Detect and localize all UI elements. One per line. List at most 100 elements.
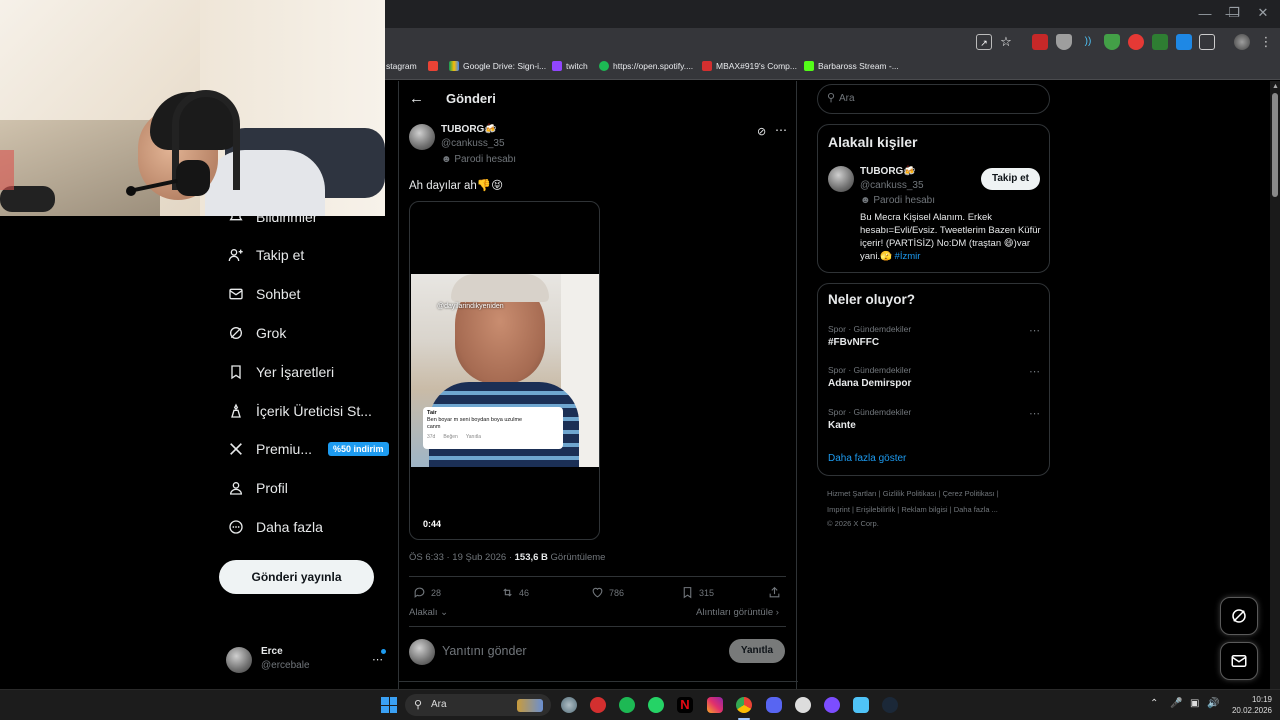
green-shield-icon[interactable] — [1104, 34, 1120, 50]
bookmark-label: https://open.spotify.... — [613, 61, 694, 71]
view-quotes-link[interactable]: Alıntıları görüntüle › — [696, 607, 779, 618]
chevron-up-icon[interactable]: ⌃ — [1150, 698, 1158, 709]
grok-floating-button[interactable] — [1220, 597, 1258, 635]
puzzle-icon[interactable] — [1199, 34, 1215, 50]
cast-icon[interactable]: ↗ — [976, 34, 992, 50]
nav-premium[interactable]: Premiu... %50 indirim — [228, 437, 389, 461]
reply-action[interactable]: 28 — [413, 586, 441, 599]
bio-text: Bu Mecra Kişisel Alanım. Erkek hesabı=Ev… — [860, 212, 1041, 262]
clock-time: 10:19 — [1251, 695, 1272, 704]
star-icon[interactable]: ☆ — [998, 34, 1014, 50]
red-drop-icon[interactable] — [1128, 34, 1144, 50]
taskbar-search[interactable]: ⚲ Ara — [405, 694, 551, 716]
red-app-icon[interactable] — [590, 697, 606, 713]
minimize-button[interactable]: — — [1190, 5, 1220, 23]
scroll-up-icon[interactable]: ▲ — [1272, 83, 1279, 90]
chatgpt-app-icon[interactable] — [795, 697, 811, 713]
video-player[interactable]: @dayilarindikyeniden Tair Ben boyar m se… — [409, 201, 600, 540]
follow-button[interactable]: Takip et — [981, 168, 1040, 190]
more-dots-icon[interactable]: ⋯ — [1029, 407, 1040, 420]
bookmark-gmail[interactable] — [428, 61, 438, 71]
post-timestamp: ÖS 6:33 · 19 Şub 2026 · 153,6 B Görüntül… — [409, 552, 605, 563]
trend-item[interactable]: Spor · Gündemdekiler Kante ⋯ — [828, 407, 1040, 431]
trend-meta: Spor · Gündemdekiler — [828, 407, 912, 417]
grok-icon[interactable]: ⊘ — [757, 125, 766, 138]
nav-profile[interactable]: Profil — [228, 476, 288, 500]
settings-app-icon[interactable] — [561, 697, 577, 713]
nav-more[interactable]: Daha fazla — [228, 515, 323, 539]
related-label-text: Parodi hesabı — [873, 195, 936, 206]
bookmark-instagram[interactable]: stagram — [386, 61, 417, 71]
bookmark-google-drive[interactable]: Google Drive: Sign-i... — [449, 61, 546, 71]
trend-item[interactable]: Spor · Gündemdekiler #FBvNFFC ⋯ — [828, 324, 1040, 348]
bookmark-twitch[interactable]: twitch — [552, 61, 588, 71]
whatsapp-app-icon[interactable] — [648, 697, 664, 713]
more-dots-icon[interactable]: ⋯ — [1029, 365, 1040, 378]
extension-red-icon[interactable] — [1032, 34, 1048, 50]
reply-submit-button[interactable]: Yanıtla — [729, 639, 785, 663]
footer-links-2[interactable]: Imprint | Erişilebilirlik | Reklam bilgi… — [827, 505, 998, 514]
compose-post-button[interactable]: Gönderi yayınla — [219, 560, 374, 594]
nav-grok[interactable]: Grok — [228, 321, 286, 345]
search-box[interactable]: ⚲ Ara — [817, 84, 1050, 114]
shield-extension-icon[interactable] — [1056, 34, 1072, 50]
instagram-app-icon[interactable] — [707, 697, 723, 713]
bookmark-kick[interactable]: Barbaross Stream -... — [804, 61, 899, 71]
clock[interactable]: 10:19 20.02.2026 — [1228, 694, 1272, 716]
like-action[interactable]: 786 — [591, 586, 624, 599]
scrollbar-thumb[interactable] — [1272, 93, 1278, 197]
comment-age: 37d — [427, 434, 436, 440]
related-avatar[interactable] — [828, 166, 854, 192]
relevance-dropdown[interactable]: Alakalı ⌄ — [409, 607, 448, 618]
author-avatar[interactable] — [409, 124, 435, 150]
related-name[interactable]: TUBORG🍻 — [860, 166, 916, 177]
footer-links-1[interactable]: Hizmet Şartları | Gizlilik Politikası | … — [827, 489, 999, 498]
author-handle[interactable]: @cankuss_35 — [441, 138, 505, 149]
nav-bookmarks[interactable]: Yer İşaretleri — [228, 360, 334, 384]
bookmark-spotify[interactable]: https://open.spotify.... — [599, 61, 693, 71]
windows-start-icon[interactable] — [381, 697, 397, 713]
close-button[interactable]: ✕ — [1248, 4, 1278, 22]
display-icon[interactable]: ▣ — [1190, 698, 1199, 709]
more-dots-icon[interactable]: ⋯ — [372, 653, 383, 666]
download-extension-icon[interactable] — [1176, 34, 1192, 50]
bookmark-label: Barbaross Stream -... — [818, 61, 899, 71]
steam-app-icon[interactable] — [882, 697, 898, 713]
purple-app-icon[interactable] — [824, 697, 840, 713]
bookmark-label: stagram — [386, 61, 417, 71]
bio-hashtag[interactable]: #İzmir — [895, 251, 921, 262]
volume-icon[interactable]: 🔊 — [1207, 698, 1219, 709]
netflix-app-icon[interactable]: N — [677, 697, 693, 713]
sound-extension-icon[interactable]: )) — [1080, 34, 1096, 50]
trend-item[interactable]: Spor · Gündemdekiler Adana Demirspor ⋯ — [828, 365, 1040, 389]
messages-floating-button[interactable] — [1220, 642, 1258, 680]
back-arrow-icon[interactable]: ← — [409, 90, 424, 107]
blue-app-icon[interactable] — [853, 697, 869, 713]
reply-input[interactable]: Yanıtını gönder — [442, 644, 527, 658]
kebab-menu-icon[interactable]: ⋮ — [1258, 34, 1274, 50]
timestamp-text[interactable]: ÖS 6:33 · 19 Şub 2026 · — [409, 552, 515, 563]
more-options-icon[interactable]: ⋯ — [775, 123, 787, 137]
spotify-app-icon[interactable] — [619, 697, 635, 713]
share-action[interactable] — [768, 586, 781, 599]
nav-creator-studio[interactable]: İçerik Üreticisi St... — [228, 399, 372, 423]
bookmark-mbax[interactable]: MBAX#919's Comp... — [702, 61, 797, 71]
restore-button[interactable]: ❐ — [1219, 4, 1249, 22]
discord-app-icon[interactable] — [766, 697, 782, 713]
chrome-app-icon[interactable] — [736, 697, 752, 713]
nav-follow[interactable]: Takip et — [228, 243, 304, 267]
show-more-link[interactable]: Daha fazla göster — [828, 453, 906, 464]
microphone-icon[interactable]: 🎤 — [1170, 698, 1182, 709]
author-name[interactable]: TUBORG🍻 — [441, 124, 497, 135]
webcam-overlay — [0, 0, 385, 216]
account-switcher[interactable]: Erce @ercebale ⋯ — [226, 643, 386, 673]
bookmark-action[interactable]: 315 — [681, 586, 714, 599]
related-handle[interactable]: @cankuss_35 — [860, 180, 924, 191]
more-dots-icon[interactable]: ⋯ — [1029, 324, 1040, 337]
battery-extension-icon[interactable] — [1152, 34, 1168, 50]
profile-avatar-icon[interactable] — [1234, 34, 1250, 50]
grok-icon — [1232, 609, 1246, 623]
netflix-style-icon — [702, 61, 712, 71]
repost-action[interactable]: 46 — [501, 586, 529, 599]
nav-chat[interactable]: Sohbet — [228, 282, 300, 306]
